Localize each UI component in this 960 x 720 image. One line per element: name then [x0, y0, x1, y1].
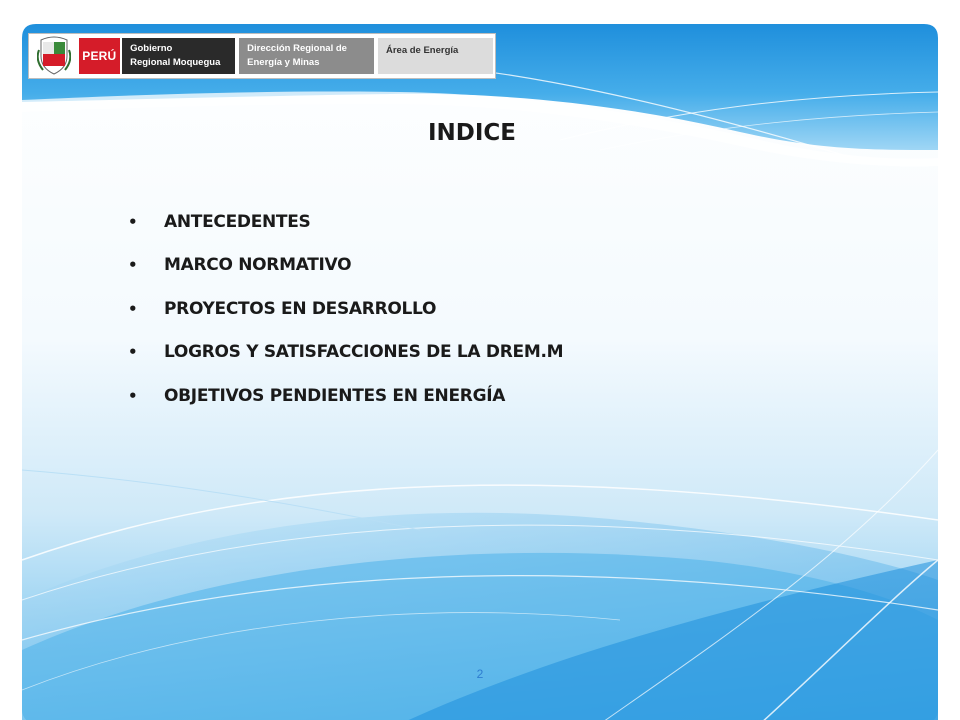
- index-item-label: ANTECEDENTES: [164, 211, 311, 232]
- index-item-label: LOGROS Y SATISFACCIONES DE LA DREM.M: [164, 342, 564, 363]
- bullet: •: [128, 386, 138, 405]
- index-item-label: PROYECTOS EN DESARROLLO: [164, 298, 437, 319]
- index-item: • PROYECTOS EN DESARROLLO: [128, 287, 563, 331]
- direction-name-line-1: Dirección Regional de: [247, 43, 347, 54]
- direction-name: Dirección Regional de Energía y Minas: [239, 38, 374, 74]
- index-item-label: MARCO NORMATIVO: [164, 255, 352, 276]
- government-name-line-1: Gobierno: [130, 43, 173, 54]
- bullet: •: [128, 256, 138, 275]
- bullet: •: [128, 343, 138, 362]
- peru-label: PERÚ: [78, 38, 121, 74]
- government-name-line-2: Regional Moquegua: [130, 57, 221, 68]
- area-name: Área de Energía: [377, 38, 494, 74]
- coat-of-arms-icon: [29, 34, 79, 78]
- institution-logo-strip: PERÚ Gobierno Regional Moquegua Direcció…: [28, 33, 496, 79]
- index-item: • ANTECEDENTES: [128, 200, 563, 244]
- index-item: • LOGROS Y SATISFACCIONES DE LA DREM.M: [128, 331, 564, 375]
- slide-title: INDICE: [427, 120, 517, 146]
- government-name: Gobierno Regional Moquegua: [122, 38, 236, 74]
- slide: PERÚ Gobierno Regional Moquegua Direcció…: [0, 0, 960, 720]
- page-number: 2: [476, 667, 484, 681]
- bullet: •: [128, 212, 138, 231]
- index-list: • ANTECEDENTES • MARCO NORMATIVO • PROYE…: [128, 200, 564, 418]
- direction-name-line-2: Energía y Minas: [247, 57, 320, 68]
- index-item-label: OBJETIVOS PENDIENTES EN ENERGÍA: [164, 385, 506, 406]
- bullet: •: [128, 299, 138, 318]
- index-item: • OBJETIVOS PENDIENTES EN ENERGÍA: [128, 374, 563, 418]
- index-item: • MARCO NORMATIVO: [128, 244, 563, 288]
- area-name-text: Área de Energía: [385, 45, 459, 56]
